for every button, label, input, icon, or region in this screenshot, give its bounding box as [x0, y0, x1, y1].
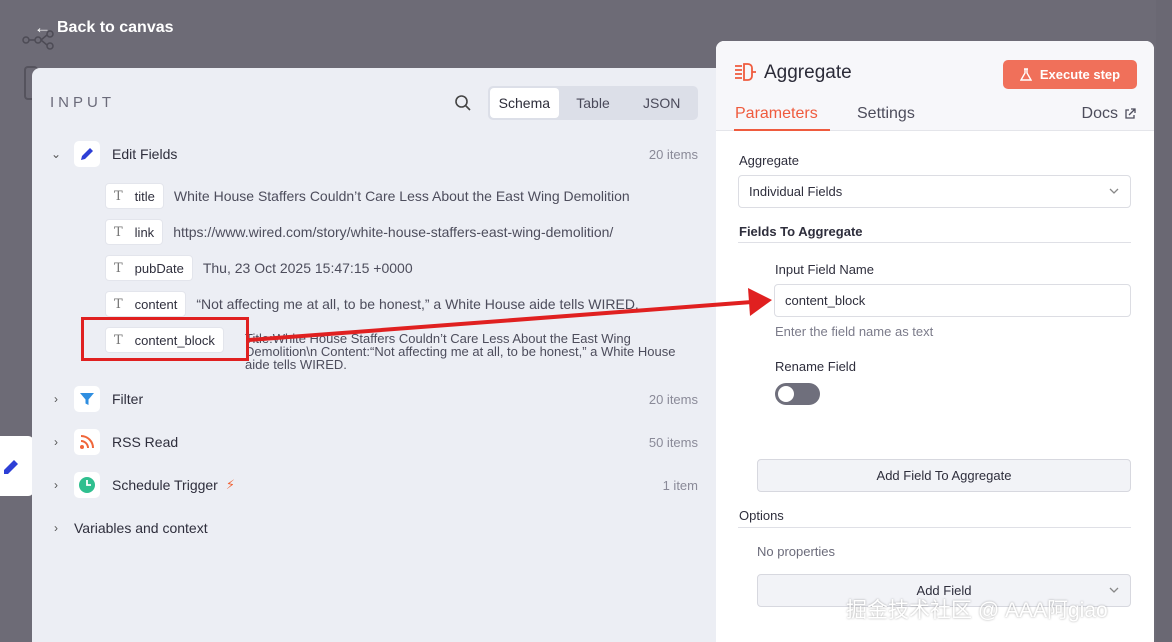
watermark-text: 掘金技术社区 @ AAA阿giao	[846, 599, 1108, 622]
side-edit-tab[interactable]	[0, 436, 34, 496]
text-type-icon: T	[114, 296, 123, 312]
rss-icon	[74, 429, 100, 455]
schema-field-content: Tcontent “Not affecting me at all, to be…	[105, 291, 639, 317]
tab-table[interactable]: Table	[559, 88, 628, 118]
node-row-filter[interactable]: › Filter 20 items	[50, 384, 700, 414]
no-properties-text: No properties	[757, 544, 836, 559]
text-type-icon: T	[114, 188, 123, 204]
arrow-left-icon: ←	[34, 18, 51, 37]
options-heading: Options	[739, 508, 784, 523]
node-parameters-panel: Aggregate Execute step Parameters Settin…	[716, 41, 1154, 642]
annotation-highlight-box	[81, 317, 249, 361]
node-name: RSS Read	[112, 434, 179, 450]
node-name: Schedule Trigger	[112, 477, 218, 493]
docs-link[interactable]: Docs	[1082, 105, 1136, 123]
field-value: Thu, 23 Oct 2025 15:47:15 +0000	[202, 260, 413, 276]
variables-and-context-row[interactable]: › Variables and context	[50, 513, 700, 543]
rename-field-toggle[interactable]	[775, 383, 820, 405]
chevron-down-icon	[1109, 587, 1119, 593]
flask-icon	[1019, 68, 1032, 81]
node-item-count: 20 items	[648, 391, 698, 407]
input-field-name-value: content_block	[785, 293, 866, 308]
view-mode-tabs: Schema Table JSON	[488, 86, 698, 120]
fields-to-aggregate-heading: Fields To Aggregate	[739, 224, 863, 239]
execute-step-label: Execute step	[1039, 67, 1121, 82]
trigger-bolt-icon: ⚡	[225, 477, 235, 492]
node-row-rss-read[interactable]: › RSS Read 50 items	[50, 427, 700, 457]
execute-step-button[interactable]: Execute step	[1003, 60, 1137, 89]
external-link-icon	[1125, 108, 1136, 119]
field-name: pubDate	[134, 260, 184, 276]
section-divider	[738, 527, 1131, 528]
node-title: Aggregate	[764, 62, 852, 83]
field-value: Title:White House Staffers Couldn’t Care…	[245, 331, 676, 372]
node-row-schedule-trigger[interactable]: › Schedule Trigger ⚡ 1 item	[50, 470, 700, 500]
node-item-count: 1 item	[662, 477, 698, 493]
node-item-count: 50 items	[648, 434, 698, 450]
chevron-right-icon[interactable]: ›	[50, 478, 62, 492]
field-value: “Not affecting me at all, to be honest,”…	[196, 296, 639, 312]
active-tab-indicator	[734, 129, 830, 131]
tab-parameters[interactable]: Parameters	[735, 105, 818, 123]
chevron-down-icon[interactable]: ⌄	[50, 147, 62, 161]
clock-icon	[74, 472, 100, 498]
text-type-icon: T	[114, 224, 123, 240]
node-item-count: 20 items	[648, 146, 698, 162]
input-field-name-input[interactable]: content_block	[774, 284, 1131, 317]
tab-settings[interactable]: Settings	[857, 105, 915, 123]
aggregate-select-value: Individual Fields	[749, 184, 843, 199]
node-name: Edit Fields	[112, 146, 178, 162]
chevron-right-icon[interactable]: ›	[50, 521, 62, 535]
field-pill[interactable]: TpubDate	[105, 255, 193, 281]
back-label: Back to canvas	[57, 19, 174, 36]
chevron-right-icon[interactable]: ›	[50, 392, 62, 406]
node-name: Filter	[112, 391, 144, 407]
aggregate-node-icon	[735, 63, 756, 81]
back-to-canvas-link[interactable]: ← Back to canvas	[34, 18, 174, 38]
filter-icon	[74, 386, 100, 412]
toggle-knob	[778, 386, 794, 402]
field-name: title	[134, 188, 155, 204]
field-name: content	[134, 296, 178, 312]
field-pill[interactable]: Ttitle	[105, 183, 164, 209]
docs-label: Docs	[1081, 105, 1118, 122]
tab-schema[interactable]: Schema	[490, 88, 559, 118]
aggregate-select[interactable]: Individual Fields	[738, 175, 1131, 208]
input-field-name-label: Input Field Name	[775, 262, 874, 277]
input-field-hint: Enter the field name as text	[775, 324, 934, 339]
add-field-to-aggregate-button[interactable]: Add Field To Aggregate	[757, 459, 1131, 492]
field-pill[interactable]: Tlink	[105, 219, 164, 245]
canvas-edge	[1156, 0, 1172, 642]
text-type-icon: T	[114, 260, 123, 276]
rename-field-label: Rename Field	[775, 359, 856, 374]
field-value: White House Staffers Couldn’t Care Less …	[173, 188, 630, 204]
variables-label: Variables and context	[74, 520, 208, 536]
panel-title: INPUT	[50, 94, 115, 111]
chevron-right-icon[interactable]: ›	[50, 435, 62, 449]
schema-field-pubdate: TpubDate Thu, 23 Oct 2025 15:47:15 +0000	[105, 255, 413, 281]
schema-field-title: Ttitle White House Staffers Couldn’t Car…	[105, 183, 630, 209]
pencil-icon	[4, 460, 18, 474]
section-divider	[738, 242, 1131, 243]
pencil-icon	[74, 141, 100, 167]
node-row-edit-fields[interactable]: ⌄ Edit Fields 20 items	[50, 139, 700, 169]
chevron-down-icon	[1109, 188, 1119, 194]
field-name: link	[134, 224, 155, 240]
field-value: https://www.wired.com/story/white-house-…	[173, 224, 614, 240]
field-pill[interactable]: Tcontent	[105, 291, 187, 317]
search-icon[interactable]	[454, 94, 472, 112]
schema-field-link: Tlink https://www.wired.com/story/white-…	[105, 219, 613, 245]
aggregate-label: Aggregate	[739, 153, 799, 168]
tab-json[interactable]: JSON	[627, 88, 696, 118]
